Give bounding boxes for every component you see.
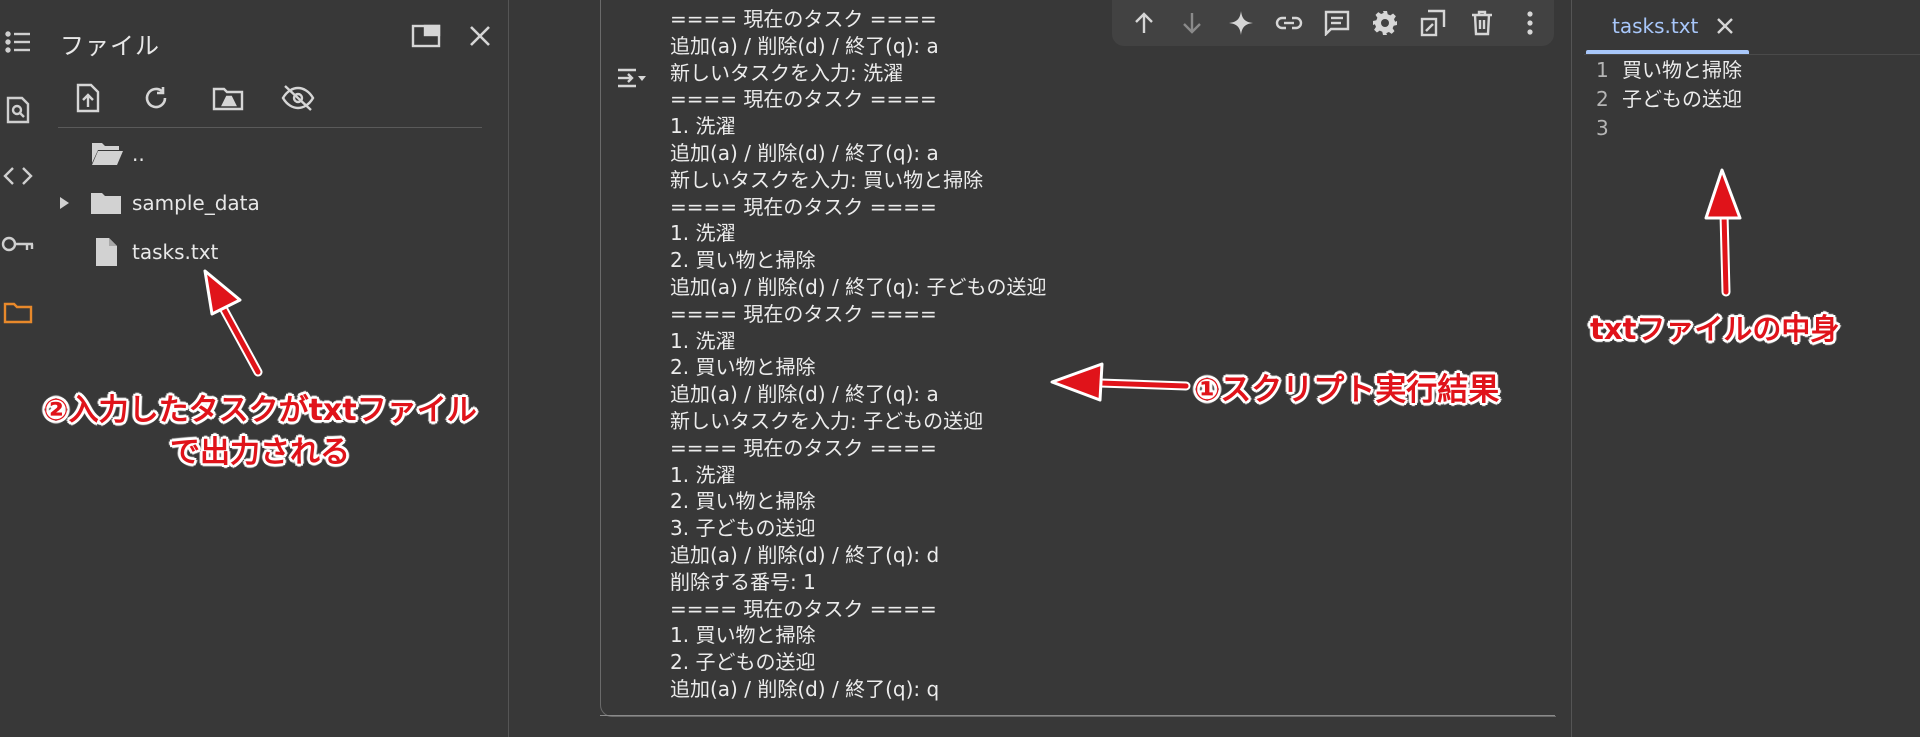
- settings-gear-icon[interactable]: [1361, 0, 1409, 46]
- output-line: ==== 現在のタスク ====: [670, 87, 937, 112]
- arrow-to-editor: [1704, 168, 1742, 297]
- output-line: 追加(a) / 削除(d) / 終了(q): d: [670, 542, 940, 567]
- line-number: 3: [1596, 116, 1609, 140]
- editor-line[interactable]: 2 子どもの送迎: [1584, 85, 1920, 114]
- link-icon[interactable]: [1265, 0, 1313, 46]
- folder-open-icon: [90, 141, 124, 167]
- table-of-contents-icon[interactable]: [0, 24, 36, 60]
- output-line: 2. 買い物と掃除: [670, 248, 816, 273]
- output-line: 追加(a) / 削除(d) / 終了(q): 子どもの送迎: [670, 274, 1047, 299]
- code-cell-bottom-border: [600, 715, 1555, 716]
- comment-icon[interactable]: [1313, 0, 1361, 46]
- annotation-line: で出力される: [170, 435, 350, 470]
- annotation-script-result: ①スクリプト実行結果: [1194, 372, 1500, 408]
- output-line: 追加(a) / 削除(d) / 終了(q): q: [670, 676, 940, 701]
- tree-item-label: tasks.txt: [132, 240, 219, 264]
- find-replace-icon[interactable]: [0, 92, 36, 128]
- output-line: 1. 洗濯: [670, 221, 736, 246]
- editor-tab-tasks-txt[interactable]: tasks.txt: [1584, 0, 1749, 54]
- close-tab-icon[interactable]: [1712, 13, 1738, 39]
- output-line: 追加(a) / 削除(d) / 終了(q): a: [670, 382, 939, 407]
- cell-toolbar: [1112, 0, 1554, 46]
- output-line: ==== 現在のタスク ====: [670, 435, 937, 460]
- output-line: 新しいタスクを入力: 買い物と掃除: [670, 167, 984, 192]
- chevron-right-icon[interactable]: [58, 196, 70, 210]
- hide-files-icon[interactable]: [278, 78, 318, 118]
- secrets-key-icon[interactable]: [0, 226, 36, 262]
- tree-item-sample-data[interactable]: sample_data: [48, 183, 488, 223]
- cell-output: ==== 現在のタスク ==== 追加(a) / 削除(d) / 終了(q): a…: [670, 6, 1046, 703]
- open-in-tab-icon[interactable]: [406, 16, 446, 56]
- output-line: ==== 現在のタスク ====: [670, 7, 937, 31]
- annotation-line: ②入力したタスクがtxtファイル: [43, 393, 477, 428]
- output-line: 新しいタスクを入力: 洗濯: [670, 60, 904, 85]
- editor-tab-label: tasks.txt: [1612, 14, 1699, 38]
- output-line: ==== 現在のタスク ====: [670, 301, 937, 326]
- panel-separator[interactable]: [1571, 0, 1572, 737]
- activity-rail: [0, 0, 48, 737]
- editor-tab-divider: [1584, 54, 1920, 55]
- move-down-icon[interactable]: [1168, 0, 1216, 46]
- line-text: 子どもの送迎: [1622, 87, 1742, 111]
- delete-trash-icon[interactable]: [1458, 0, 1506, 46]
- files-panel: ファイル .. sample_data tasks.txt: [48, 0, 508, 737]
- tree-item-label: sample_data: [132, 191, 260, 215]
- file-icon: [94, 237, 118, 267]
- output-line: 追加(a) / 削除(d) / 終了(q): a: [670, 33, 939, 58]
- output-line: 削除する番号: 1: [670, 569, 816, 594]
- output-line: 2. 買い物と掃除: [670, 355, 816, 380]
- tree-item-tasks-txt[interactable]: tasks.txt: [48, 232, 488, 272]
- tree-item-label: ..: [132, 142, 145, 166]
- code-snippets-icon[interactable]: [0, 158, 36, 194]
- output-line: 2. 買い物と掃除: [670, 489, 816, 514]
- output-line: 新しいタスクを入力: 子どもの送迎: [670, 408, 984, 433]
- move-up-icon[interactable]: [1120, 0, 1168, 46]
- upload-icon[interactable]: [68, 78, 108, 118]
- output-line: 追加(a) / 削除(d) / 終了(q): a: [670, 140, 939, 165]
- refresh-icon[interactable]: [136, 78, 176, 118]
- output-actions-icon[interactable]: [614, 60, 650, 96]
- output-line: ==== 現在のタスク ====: [670, 194, 937, 219]
- panel-separator[interactable]: [508, 0, 509, 737]
- gemini-sparkle-icon[interactable]: [1216, 0, 1264, 46]
- line-number: 1: [1596, 58, 1609, 82]
- output-line: 1. 洗濯: [670, 462, 736, 487]
- mirror-cell-icon[interactable]: [1409, 0, 1457, 46]
- annotation-file-output: ②入力したタスクがtxtファイル で出力される: [22, 390, 498, 474]
- files-folder-icon[interactable]: [0, 294, 36, 330]
- more-vert-icon[interactable]: [1506, 0, 1554, 46]
- annotation-txt-contents: txtファイルの中身: [1590, 312, 1840, 346]
- folder-icon: [90, 190, 122, 216]
- files-panel-title: ファイル: [60, 32, 160, 60]
- editor-line[interactable]: 3: [1584, 114, 1920, 143]
- output-line: 1. 洗濯: [670, 328, 736, 353]
- line-text: 買い物と掃除: [1622, 58, 1742, 82]
- output-line: 2. 子どもの送迎: [670, 650, 816, 675]
- output-line: ==== 現在のタスク ====: [670, 596, 937, 621]
- output-line: 1. 洗濯: [670, 114, 736, 139]
- output-line: 1. 買い物と掃除: [670, 623, 816, 648]
- tree-item-parent[interactable]: ..: [48, 134, 488, 174]
- editor-line[interactable]: 1 買い物と掃除: [1584, 56, 1920, 85]
- files-divider: [58, 127, 482, 128]
- text-editor[interactable]: 1 買い物と掃除 2 子どもの送迎 3: [1584, 56, 1920, 143]
- line-number: 2: [1596, 87, 1609, 111]
- output-line: 3. 子どもの送迎: [670, 516, 816, 541]
- close-panel-icon[interactable]: [460, 16, 500, 56]
- mount-drive-icon[interactable]: [208, 78, 248, 118]
